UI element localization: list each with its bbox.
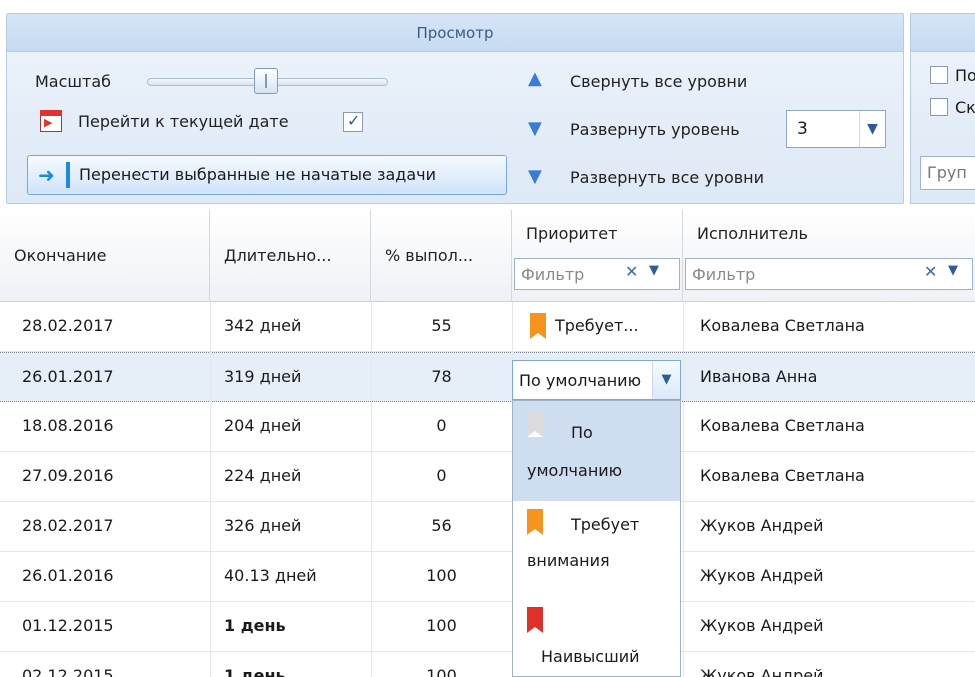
cell-duration: 224 дней <box>224 466 302 485</box>
column-header-end[interactable]: Окончание <box>0 210 210 302</box>
cell-assignee: Жуков Андрей <box>700 666 824 677</box>
priority-filter[interactable]: Фильтр ✕ ▼ <box>514 258 680 290</box>
table-row[interactable]: 28.02.2017 342 дней 55 Требует... Ковале… <box>0 302 975 352</box>
table-row[interactable]: 02.12.2015 1 день 100 Жуков Андрей <box>0 652 975 677</box>
cell-assignee: Ковалева Светлана <box>700 416 865 435</box>
expand-level-icon[interactable]: ▼ <box>528 118 542 139</box>
priority-option-highest[interactable]: Наивысший <box>513 601 680 676</box>
arrow-right-icon: ➜ <box>38 163 55 187</box>
column-header-duration[interactable]: Длительно... <box>210 210 371 302</box>
collapse-all-icon[interactable]: ▲ <box>528 68 542 89</box>
expand-all-icon[interactable]: ▼ <box>528 166 542 187</box>
column-divider <box>371 302 372 677</box>
table-row[interactable]: 27.09.2016 224 дней 0 Ковалева Светлана <box>0 452 975 502</box>
cell-priority: Требует... <box>555 316 639 335</box>
scale-slider-thumb[interactable] <box>254 68 278 94</box>
cell-end: 02.12.2015 <box>22 666 114 677</box>
chevron-down-icon[interactable]: ▼ <box>859 111 885 147</box>
go-today-label[interactable]: Перейти к текущей дате <box>78 112 289 131</box>
priority-option-attention[interactable]: Требует внимания <box>513 501 680 601</box>
column-header-assignee[interactable]: Исполнитель Фильтр ✕ ▼ <box>683 210 975 302</box>
expand-all-button[interactable]: Развернуть все уровни <box>570 168 764 187</box>
cell-duration: 326 дней <box>224 516 302 535</box>
right-checkbox-2[interactable] <box>930 98 948 116</box>
calendar-today-icon[interactable] <box>40 110 62 132</box>
expand-level-value: 3 <box>797 119 808 139</box>
cell-assignee: Иванова Анна <box>700 367 818 386</box>
cell-duration: 319 дней <box>224 367 302 386</box>
table-row[interactable]: 01.12.2015 1 день 100 Жуков Андрей <box>0 602 975 652</box>
cell-end: 26.01.2017 <box>22 367 114 386</box>
table-row[interactable]: 18.08.2016 204 дней 0 Ковалева Светлана <box>0 402 975 452</box>
cell-end: 28.02.2017 <box>22 316 114 335</box>
right-checkbox-2-label: Ск <box>955 98 975 117</box>
cell-end: 28.02.2017 <box>22 516 114 535</box>
cell-duration: 1 день <box>224 616 286 635</box>
transfer-tasks-button[interactable]: ➜ Перенести выбранные не начатые задачи <box>27 155 507 195</box>
table-row[interactable]: 28.02.2017 326 дней 56 Жуков Андрей <box>0 502 975 552</box>
expand-level-button[interactable]: Развернуть уровень <box>570 120 740 139</box>
cell-percent: 0 <box>436 416 447 435</box>
priority-editor-select[interactable]: По умолчанию ▼ <box>512 360 681 400</box>
priority-flag-icon <box>527 607 543 633</box>
cell-duration: 40.13 дней <box>224 566 317 585</box>
chevron-down-icon[interactable]: ▼ <box>948 263 958 278</box>
cell-assignee: Ковалева Светлана <box>700 316 865 335</box>
assignee-filter-placeholder: Фильтр <box>692 265 756 284</box>
right-group-title <box>911 14 975 52</box>
cell-duration: 342 дней <box>224 316 302 335</box>
cell-end: 01.12.2015 <box>22 616 114 635</box>
priority-flag-icon <box>527 411 543 437</box>
cell-assignee: Жуков Андрей <box>700 566 824 585</box>
cell-end: 27.09.2016 <box>22 466 114 485</box>
column-header-priority[interactable]: Приоритет Фильтр ✕ ▼ <box>512 210 683 302</box>
view-group-title: Просмотр <box>7 14 903 52</box>
cell-duration: 204 дней <box>224 416 302 435</box>
priority-option-default[interactable]: По умолчанию <box>513 401 680 501</box>
cell-percent: 100 <box>426 616 457 635</box>
cell-percent: 56 <box>431 516 452 535</box>
clear-filter-icon[interactable]: ✕ <box>625 262 638 281</box>
table-row[interactable]: 26.01.2016 40.13 дней 100 Жуков Андрей <box>0 552 975 602</box>
cell-end: 18.08.2016 <box>22 416 114 435</box>
transfer-tasks-label: Перенести выбранные не начатые задачи <box>79 165 436 184</box>
chevron-down-icon[interactable]: ▼ <box>652 361 680 399</box>
cell-end: 26.01.2016 <box>22 566 114 585</box>
cell-percent: 100 <box>426 666 457 677</box>
column-divider <box>683 302 684 677</box>
expand-level-select[interactable]: 3 ▼ <box>786 110 886 148</box>
priority-editor-value: По умолчанию <box>519 371 642 390</box>
clear-filter-icon[interactable]: ✕ <box>924 262 937 281</box>
priority-flag-icon <box>530 313 546 339</box>
cell-percent: 78 <box>431 367 452 386</box>
right-checkbox-1[interactable] <box>930 66 948 84</box>
priority-filter-placeholder: Фильтр <box>521 265 585 284</box>
cell-assignee: Жуков Андрей <box>700 516 824 535</box>
bar-marker-icon <box>66 162 70 188</box>
right-checkbox-1-label: По <box>955 66 975 85</box>
task-grid: Окончание Длительно... % выпол... Приори… <box>0 210 975 677</box>
priority-dropdown-list: По умолчанию Требует внимания Наивысший <box>512 400 681 677</box>
group-input[interactable]: Груп <box>920 156 975 190</box>
ribbon: Просмотр Масштаб Перейти к текущей дате … <box>0 0 975 210</box>
go-today-checkbox[interactable] <box>343 111 363 132</box>
column-divider <box>210 302 211 677</box>
assignee-filter[interactable]: Фильтр ✕ ▼ <box>685 258 973 290</box>
cell-assignee: Ковалева Светлана <box>700 466 865 485</box>
chevron-down-icon[interactable]: ▼ <box>649 263 659 278</box>
cell-assignee: Жуков Андрей <box>700 616 824 635</box>
cell-duration: 1 день <box>224 666 286 677</box>
cell-percent: 55 <box>431 316 452 335</box>
table-row-selected[interactable]: 26.01.2017 319 дней 78 Иванова Анна <box>0 352 975 402</box>
cell-percent: 0 <box>436 466 447 485</box>
collapse-all-button[interactable]: Свернуть все уровни <box>570 72 747 91</box>
grid-header: Окончание Длительно... % выпол... Приори… <box>0 210 975 302</box>
column-header-percent[interactable]: % выпол... <box>371 210 512 302</box>
cell-percent: 100 <box>426 566 457 585</box>
scale-label: Масштаб <box>35 72 112 91</box>
priority-flag-icon <box>527 509 543 535</box>
